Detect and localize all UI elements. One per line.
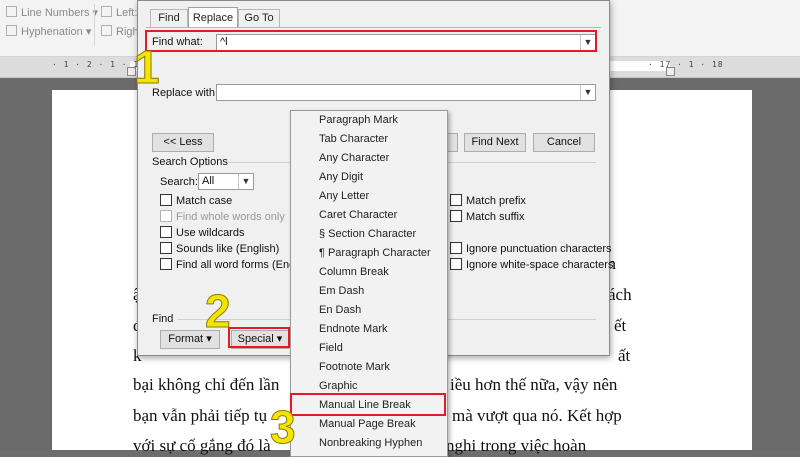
special-button-highlight bbox=[228, 327, 290, 348]
checkbox-box[interactable] bbox=[160, 210, 172, 222]
find-next-button[interactable]: Find Next bbox=[464, 133, 526, 152]
ignore-whitespace-checkbox[interactable]: Ignore white-space characters bbox=[450, 258, 613, 271]
find-what-highlight bbox=[145, 30, 597, 52]
doc-fragment: ất bbox=[618, 346, 631, 365]
cancel-button[interactable]: Cancel bbox=[533, 133, 595, 152]
match-suffix-checkbox[interactable]: Match suffix bbox=[450, 210, 525, 223]
checkbox-box[interactable] bbox=[450, 210, 462, 222]
tab-find[interactable]: Find bbox=[150, 9, 188, 27]
menu-item-endnote-mark[interactable]: Endnote Mark bbox=[291, 320, 447, 339]
ribbon-separator bbox=[94, 4, 95, 46]
less-button[interactable]: << Less bbox=[152, 133, 214, 152]
indent-left-field[interactable]: Left: bbox=[101, 6, 137, 19]
find-section-title: Find bbox=[152, 313, 174, 325]
search-direction-label: Search: bbox=[160, 176, 198, 188]
checkbox-box[interactable] bbox=[160, 226, 172, 238]
menu-item-en-dash[interactable]: En Dash bbox=[291, 301, 447, 320]
whole-words-checkbox[interactable]: Find whole words only bbox=[160, 210, 285, 223]
indent-right-field[interactable]: Righ bbox=[101, 25, 139, 38]
menu-item-any-character[interactable]: Any Character bbox=[291, 149, 447, 168]
replace-with-label: Replace with: bbox=[152, 87, 219, 99]
menu-item-manual-page-break[interactable]: Manual Page Break bbox=[291, 415, 447, 434]
menu-item-paragraph-character[interactable]: ¶ Paragraph Character bbox=[291, 244, 447, 263]
checkbox-box[interactable] bbox=[450, 194, 462, 206]
doc-line: iều hơn thế nữa, vậy nên bbox=[450, 375, 618, 394]
doc-line: bại không chỉ đến lần bbox=[133, 375, 280, 394]
hyphenation-icon bbox=[6, 25, 17, 36]
menu-item-any-letter[interactable]: Any Letter bbox=[291, 187, 447, 206]
checkbox-box[interactable] bbox=[450, 258, 462, 270]
menu-item-footnote-mark[interactable]: Footnote Mark bbox=[291, 358, 447, 377]
doc-line: nghi trong việc hoàn bbox=[446, 436, 587, 455]
step-number-2: 2 bbox=[205, 285, 232, 337]
sounds-like-checkbox[interactable]: Sounds like (English) bbox=[160, 242, 279, 255]
match-prefix-checkbox[interactable]: Match prefix bbox=[450, 194, 526, 207]
right-indent-marker[interactable] bbox=[666, 67, 675, 76]
menu-item-paragraph-mark[interactable]: Paragraph Mark bbox=[291, 111, 447, 130]
checkbox-box[interactable] bbox=[160, 242, 172, 254]
replace-with-input[interactable]: ▼ bbox=[216, 84, 596, 101]
chevron-down-icon[interactable]: ▼ bbox=[580, 85, 595, 100]
line-numbers-icon bbox=[6, 6, 17, 17]
menu-item-any-digit[interactable]: Any Digit bbox=[291, 168, 447, 187]
tab-replace[interactable]: Replace bbox=[188, 7, 238, 27]
hyphenation-button[interactable]: Hyphenation ▾ bbox=[6, 25, 91, 38]
ignore-punctuation-checkbox[interactable]: Ignore punctuation characters bbox=[450, 242, 612, 255]
step-number-1: 1 bbox=[134, 41, 161, 93]
menu-item-section-character[interactable]: § Section Character bbox=[291, 225, 447, 244]
step-number-3: 3 bbox=[270, 401, 297, 453]
menu-item-tab-character[interactable]: Tab Character bbox=[291, 130, 447, 149]
doc-line: với sự cố gắng đó là bbox=[133, 436, 271, 455]
use-wildcards-checkbox[interactable]: Use wildcards bbox=[160, 226, 244, 239]
menu-item-column-break[interactable]: Column Break bbox=[291, 263, 447, 282]
checkbox-box[interactable] bbox=[450, 242, 462, 254]
search-direction-select[interactable]: All ▼ bbox=[198, 173, 254, 190]
indent-left-icon bbox=[101, 6, 112, 17]
line-numbers-button[interactable]: Line Numbers ▾ bbox=[6, 6, 98, 19]
search-options-title: Search Options bbox=[152, 156, 228, 168]
doc-fragment: ách bbox=[608, 285, 632, 304]
search-direction-value: All bbox=[202, 175, 215, 187]
doc-line: mà vượt qua nó. Kết hợp bbox=[452, 406, 622, 425]
doc-line: bạn vẫn phải tiếp tụ bbox=[133, 406, 268, 425]
ruler-right-marks: · 17 · 1 · 18 bbox=[648, 60, 724, 69]
menu-item-caret-character[interactable]: Caret Character bbox=[291, 206, 447, 225]
indent-right-icon bbox=[101, 25, 112, 36]
checkbox-box[interactable] bbox=[160, 258, 172, 270]
tab-panel-border bbox=[146, 27, 601, 28]
menu-item-nonbreaking-hyphen[interactable]: Nonbreaking Hyphen bbox=[291, 434, 447, 453]
match-case-checkbox[interactable]: Match case bbox=[160, 194, 232, 207]
chevron-down-icon[interactable]: ▼ bbox=[238, 174, 253, 189]
tab-go-to[interactable]: Go To bbox=[238, 9, 280, 27]
menu-item-em-dash[interactable]: Em Dash bbox=[291, 282, 447, 301]
checkbox-box[interactable] bbox=[160, 194, 172, 206]
menu-item-field[interactable]: Field bbox=[291, 339, 447, 358]
manual-line-break-highlight bbox=[290, 393, 446, 416]
doc-fragment: ết bbox=[614, 316, 627, 335]
word-forms-checkbox[interactable]: Find all word forms (English bbox=[160, 258, 312, 271]
